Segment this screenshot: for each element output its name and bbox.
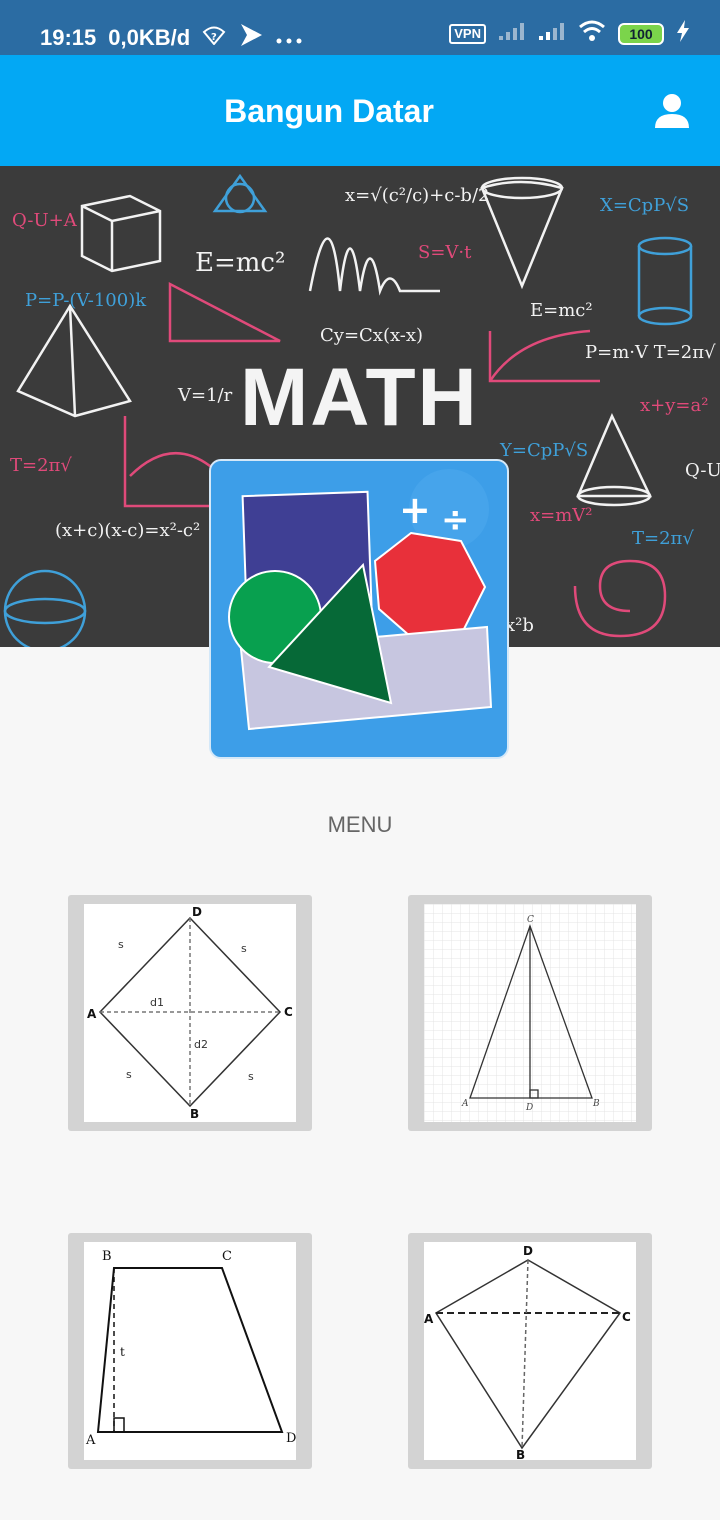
app-bar: Bangun Datar — [0, 55, 720, 166]
rhombus-label-right: C — [284, 1005, 293, 1019]
svg-text:x²b: x²b — [505, 615, 534, 636]
trapezoid-label-bottom-right: D — [286, 1431, 296, 1446]
kite-label-left: A — [424, 1312, 434, 1326]
wifi-icon — [578, 20, 606, 47]
signal-icon — [538, 21, 566, 46]
rhombus-label-side: s — [241, 942, 247, 955]
trapezoid-label-top-right: C — [222, 1249, 232, 1264]
svg-text:T=2π√: T=2π√ — [632, 528, 694, 549]
app-title: Bangun Datar — [224, 93, 434, 129]
triangle-diagram: C A D B — [424, 904, 636, 1122]
shapes-logo-icon: + ÷ — [228, 469, 493, 731]
status-network-speed: 0,0KB/d — [108, 25, 191, 50]
triangle-label-right: B — [592, 1099, 600, 1109]
divide-icon: ÷ — [441, 500, 470, 540]
svg-text:S=V·t: S=V·t — [418, 242, 472, 263]
svg-text:P=m·V T=2π√: P=m·V T=2π√ — [585, 342, 716, 363]
menu-item-triangle[interactable]: C A D B — [408, 895, 652, 1131]
rhombus-label-left: A — [87, 1007, 97, 1021]
rhombus-label-d1: d1 — [150, 996, 164, 1009]
kite-label-right: C — [622, 1310, 631, 1324]
svg-text:P=P-(V-100)k: P=P-(V-100)k — [25, 290, 147, 311]
svg-text:E=mc²: E=mc² — [195, 248, 285, 278]
triangle-label-foot: D — [525, 1103, 533, 1113]
trapezoid-label-height: t — [120, 1345, 125, 1359]
svg-text:(x+c)(x-c)=x²-c²: (x+c)(x-c)=x²-c² — [55, 520, 200, 541]
rhombus-diagram: D A C B d1 d2 s s s s — [84, 904, 296, 1122]
status-time: 19:15 — [40, 25, 97, 50]
triangle-label-apex: C — [527, 915, 534, 925]
signal-icon — [498, 21, 526, 46]
trapezoid-label-bottom-left: A — [85, 1433, 96, 1448]
svg-text:X=CpP√S: X=CpP√S — [600, 195, 689, 216]
status-right: VPN 100 — [449, 20, 690, 47]
rhombus-label-bottom: B — [190, 1107, 199, 1121]
play-icon — [238, 22, 264, 54]
menu-item-rhombus[interactable]: D A C B d1 d2 s s s s — [68, 895, 312, 1131]
menu-item-trapezoid[interactable]: B C A D t — [68, 1233, 312, 1469]
status-left: 19:15 0,0KB/d ? — [40, 22, 302, 54]
person-icon[interactable] — [654, 93, 690, 129]
svg-text:x=mV²: x=mV² — [530, 505, 593, 526]
battery-icon: 100 — [618, 22, 664, 45]
status-bar: 19:15 0,0KB/d ? VPN 100 — [0, 0, 720, 55]
svg-text:T=2π√: T=2π√ — [10, 455, 72, 476]
kite-label-top: D — [523, 1244, 533, 1258]
wifi-question-icon: ? — [202, 25, 226, 51]
svg-text:E=mc²: E=mc² — [530, 300, 593, 321]
trapezoid-diagram: B C A D t — [84, 1242, 296, 1460]
rhombus-label-side: s — [248, 1070, 254, 1083]
svg-text:Y=CpP√S: Y=CpP√S — [499, 440, 588, 461]
app-logo: + ÷ — [209, 459, 509, 759]
svg-text:Q-U: Q-U — [685, 460, 720, 481]
vpn-icon: VPN — [449, 23, 486, 44]
svg-text:x=√(c²/c)+c-b/2: x=√(c²/c)+c-b/2 — [345, 185, 489, 206]
svg-text:?: ? — [211, 32, 217, 43]
kite-label-bottom: B — [516, 1448, 525, 1460]
kite-diagram: D A C B — [424, 1242, 636, 1460]
svg-text:x+y=a²: x+y=a² — [640, 395, 708, 416]
plus-icon: + — [399, 488, 431, 532]
svg-text:V=1/r: V=1/r — [177, 385, 233, 406]
rhombus-label-side: s — [118, 938, 124, 951]
rhombus-label-side: s — [126, 1068, 132, 1081]
rhombus-label-d2: d2 — [194, 1038, 208, 1051]
menu-label: MENU — [327, 812, 393, 837]
menu-item-kite[interactable]: D A C B — [408, 1233, 652, 1469]
svg-text:Q-U+A: Q-U+A — [12, 210, 78, 231]
charging-icon — [676, 20, 690, 47]
trapezoid-label-top-left: B — [102, 1249, 112, 1264]
hero-headline: MATH — [240, 352, 479, 443]
triangle-label-left: A — [461, 1099, 469, 1109]
more-dots-icon — [276, 25, 302, 51]
svg-text:Cy=Cx(x-x): Cy=Cx(x-x) — [320, 325, 423, 346]
rhombus-label-top: D — [192, 905, 202, 919]
